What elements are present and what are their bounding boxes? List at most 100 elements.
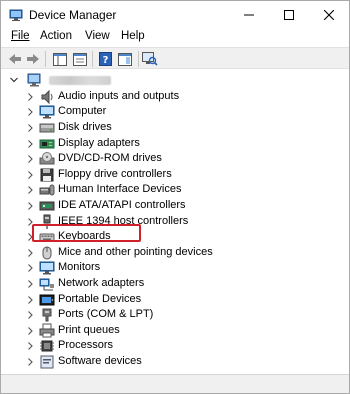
chevron-right-icon[interactable] [25, 295, 35, 305]
disk-drive-icon [39, 123, 55, 133]
computer-name-redacted [49, 76, 111, 85]
minimize-icon [244, 14, 254, 16]
toolbar: ? [1, 47, 349, 69]
tree-item-label: Network adapters [58, 277, 145, 289]
help-button[interactable]: ? [97, 51, 113, 67]
scan-monitor-icon [142, 52, 158, 66]
svg-text:?: ? [102, 55, 108, 66]
window-title: Device Manager [29, 8, 117, 22]
tree-item[interactable]: Floppy drive controllers [3, 167, 333, 183]
portable-device-icon [39, 294, 55, 306]
chevron-right-icon[interactable] [25, 357, 35, 367]
tree-item[interactable]: Computer [3, 104, 333, 120]
device-manager-window: Device Manager File Action View Help ? A… [0, 0, 350, 394]
tree-item[interactable]: Audio inputs and outputs [3, 89, 333, 105]
forward-button[interactable] [25, 51, 41, 67]
tree-item[interactable]: Human Interface Devices [3, 182, 333, 198]
back-arrow-icon [9, 54, 21, 64]
tree-item[interactable]: IDE ATA/ATAPI controllers [3, 198, 333, 214]
tree-item[interactable]: Display adapters [3, 136, 333, 152]
title-bar[interactable]: Device Manager [1, 1, 349, 29]
ieee1394-icon [43, 214, 51, 229]
toolbar-separator [138, 51, 139, 67]
tree-item[interactable]: Keyboards [3, 229, 333, 245]
floppy-controller-icon [40, 168, 54, 182]
speaker-icon [41, 89, 53, 105]
tree-root-node[interactable] [3, 72, 203, 88]
tree-item[interactable]: Disk drives [3, 120, 333, 136]
hid-icon [39, 184, 55, 196]
chevron-right-icon[interactable] [25, 185, 35, 195]
tree-item-label: Software devices [58, 355, 142, 367]
status-bar [1, 374, 349, 393]
menu-bar: File Action View Help [1, 29, 349, 47]
tree-item-label: Ports (COM & LPT) [58, 308, 154, 321]
scan-hardware-changes-button[interactable] [142, 51, 158, 67]
chevron-right-icon[interactable] [25, 170, 35, 180]
tree-item[interactable]: DVD/CD-ROM drives [3, 151, 333, 167]
menu-view-label: View [85, 30, 110, 42]
menu-file[interactable]: File [11, 30, 30, 42]
device-manager-icon [9, 9, 23, 21]
menu-file-label: File [11, 30, 30, 42]
tree-item-label: IEEE 1394 host controllers [58, 214, 189, 227]
chevron-right-icon[interactable] [25, 107, 35, 117]
monitor-icon [39, 105, 55, 119]
tree-item-label: Display adapters [58, 136, 140, 149]
menu-view[interactable]: View [85, 30, 110, 42]
mouse-icon [42, 246, 52, 260]
chevron-right-icon[interactable] [25, 232, 35, 242]
close-button[interactable] [309, 1, 349, 29]
tree-item[interactable]: Monitors [3, 260, 333, 276]
monitor-icon [39, 261, 55, 275]
tree-item-label: Floppy drive controllers [58, 167, 172, 180]
menu-action[interactable]: Action [40, 30, 72, 42]
chevron-right-icon[interactable] [25, 341, 35, 351]
tree-item-label: Portable Devices [58, 292, 142, 305]
chevron-right-icon[interactable] [25, 154, 35, 164]
network-adapter-icon [39, 278, 54, 291]
help-icon: ? [98, 52, 112, 66]
tree-item-label: Print queues [58, 323, 120, 336]
chevron-right-icon[interactable] [25, 248, 35, 258]
keyboard-icon [39, 233, 55, 242]
properties-list-button[interactable] [72, 51, 88, 67]
chevron-right-icon[interactable] [25, 263, 35, 273]
tree-item[interactable]: Mice and other pointing devices [3, 245, 333, 261]
tree-item[interactable]: Print queues [3, 323, 333, 339]
tree-item[interactable]: Network adapters [3, 276, 333, 292]
tree-item[interactable]: Software devices [3, 354, 333, 370]
tree-item[interactable]: Portable Devices [3, 292, 333, 308]
minimize-button[interactable] [229, 1, 269, 29]
chevron-right-icon[interactable] [25, 326, 35, 336]
chevron-down-icon[interactable] [9, 75, 19, 85]
tree-item[interactable]: Processors [3, 338, 333, 354]
tree-item-label: Keyboards [58, 230, 111, 243]
chevron-right-icon[interactable] [25, 279, 35, 289]
back-button[interactable] [7, 51, 23, 67]
maximize-button[interactable] [269, 1, 309, 29]
chevron-right-icon[interactable] [25, 310, 35, 320]
close-icon [324, 10, 334, 20]
show-hide-console-tree-button[interactable] [52, 51, 68, 67]
menu-help[interactable]: Help [121, 30, 145, 42]
chevron-right-icon[interactable] [25, 92, 35, 102]
tree-item-label: Mice and other pointing devices [58, 245, 213, 258]
tree-item-label: Audio inputs and outputs [58, 89, 180, 102]
device-tree[interactable]: Audio inputs and outputs Computer Disk dri… [3, 71, 347, 373]
tree-item-label: Human Interface Devices [58, 183, 182, 196]
chevron-right-icon[interactable] [25, 139, 35, 149]
tree-item-label: DVD/CD-ROM drives [58, 152, 162, 165]
chevron-right-icon[interactable] [25, 201, 35, 211]
tree-item[interactable]: Ports (COM & LPT) [3, 307, 333, 323]
toolbar-separator [92, 51, 93, 67]
chevron-right-icon[interactable] [25, 123, 35, 133]
menu-action-label: Action [40, 30, 72, 42]
forward-arrow-icon [27, 54, 39, 64]
action-pane-button[interactable] [117, 51, 133, 67]
ide-controller-icon [39, 201, 55, 211]
tree-item-label: Disk drives [58, 121, 112, 133]
printer-icon [39, 323, 55, 338]
chevron-right-icon[interactable] [25, 217, 35, 227]
tree-item[interactable]: IEEE 1394 host controllers [3, 214, 333, 230]
